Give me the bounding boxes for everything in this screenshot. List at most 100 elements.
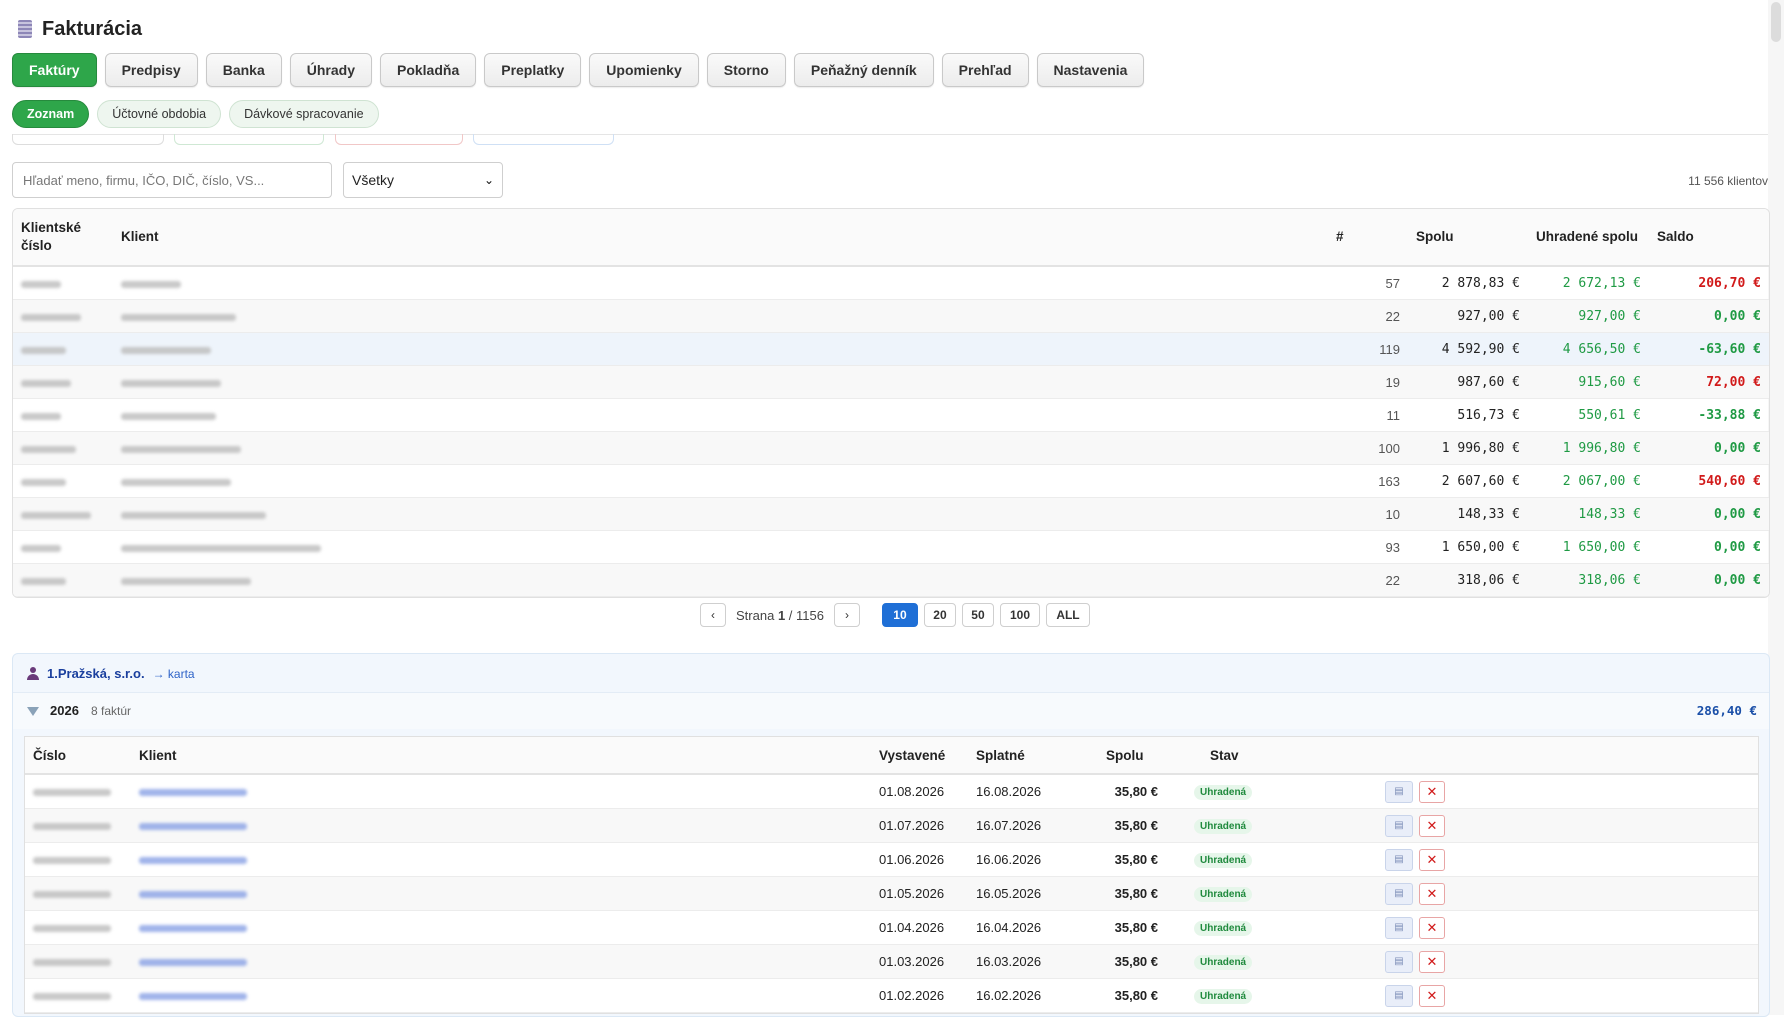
col-count[interactable]: # (1328, 209, 1408, 267)
client-name-cell[interactable] (113, 530, 1328, 564)
col-total[interactable]: Spolu (1408, 209, 1528, 267)
invoice-number-cell[interactable] (25, 944, 131, 979)
invoice-number-cell[interactable] (25, 978, 131, 1013)
table-row[interactable]: 119 4 592,90 €4 656,50 € -63,60 € (13, 332, 1769, 366)
print-icon[interactable]: ▤ (1385, 916, 1413, 939)
total-cell: 318,06 € (1408, 563, 1528, 597)
table-row[interactable]: 10 148,33 €148,33 €0,00 € (13, 497, 1769, 531)
col-status[interactable]: Stav (1166, 737, 1321, 775)
table-row[interactable]: 163 2 607,60 €2 067,00 €540,60 € (13, 464, 1769, 498)
close-icon[interactable]: ✕ (1419, 780, 1445, 803)
print-icon[interactable]: ▤ (1385, 950, 1413, 973)
client-name-cell[interactable] (113, 431, 1328, 465)
collapse-triangle-icon[interactable] (27, 707, 39, 716)
page-size-100[interactable]: 100 (999, 603, 1040, 627)
scrollbar-thumb[interactable] (1771, 2, 1781, 42)
client-name-cell[interactable] (113, 398, 1328, 432)
client-name-cell[interactable] (113, 497, 1328, 531)
client-name-cell[interactable] (113, 299, 1328, 333)
tab-uhrady[interactable]: Úhrady (289, 53, 372, 87)
next-page-button[interactable]: › (833, 603, 860, 627)
tab-prehlad[interactable]: Prehľad (941, 53, 1029, 87)
tab-storno[interactable]: Storno (706, 53, 786, 87)
status-filter-select[interactable]: Všetky ⌄ (343, 162, 503, 198)
print-icon[interactable]: ▤ (1385, 882, 1413, 905)
table-row[interactable]: 19 987,60 €915,60 €72,00 € (13, 365, 1769, 399)
invoice-client-cell[interactable] (131, 774, 871, 809)
tab-nastavenia[interactable]: Nastavenia (1036, 53, 1145, 87)
invoice-client-cell[interactable] (131, 978, 871, 1013)
client-card-link[interactable]: → karta (153, 667, 195, 681)
col-paid-total[interactable]: Uhradené spolu (1528, 209, 1649, 267)
col-due[interactable]: Splatné (968, 737, 1098, 775)
close-icon[interactable]: ✕ (1419, 882, 1445, 905)
tab-banka[interactable]: Banka (205, 53, 282, 87)
invoice-row[interactable]: 01.03.2026 16.03.2026 35,80 € Uhradená ▤ ✕ (25, 944, 1758, 979)
invoice-client-cell[interactable] (131, 910, 871, 945)
print-icon[interactable]: ▤ (1385, 780, 1413, 803)
client-name-cell[interactable] (113, 464, 1328, 498)
table-row[interactable]: 22 318,06 €318,06 €0,00 € (13, 563, 1769, 597)
col-balance[interactable]: Saldo (1649, 209, 1769, 267)
close-icon[interactable]: ✕ (1419, 916, 1445, 939)
close-icon[interactable]: ✕ (1419, 984, 1445, 1007)
page-size-10[interactable]: 10 (881, 603, 918, 627)
col-issued[interactable]: Vystavené (871, 737, 968, 775)
table-row[interactable]: 100 1 996,80 €1 996,80 €0,00 € (13, 431, 1769, 465)
client-name-cell[interactable] (113, 332, 1328, 366)
col-client[interactable]: Klient (113, 209, 1328, 267)
subtab-davkove-spracovanie[interactable]: Dávkové spracovanie (229, 100, 379, 128)
tab-penazny-dennik[interactable]: Peňažný denník (793, 53, 934, 87)
balance-cell: -63,60 € (1649, 332, 1769, 366)
search-input[interactable] (12, 162, 332, 198)
page-size-all[interactable]: ALL (1045, 603, 1090, 627)
table-row[interactable]: 93 1 650,00 €1 650,00 €0,00 € (13, 530, 1769, 564)
invoice-row[interactable]: 01.04.2026 16.04.2026 35,80 € Uhradená ▤ ✕ (25, 910, 1758, 945)
subtab-uctovne-obdobia[interactable]: Účtovné obdobia (97, 100, 222, 128)
invoice-number-cell[interactable] (25, 842, 131, 877)
col-client-number[interactable]: Klientské číslo (13, 209, 113, 267)
page-size-50[interactable]: 50 (961, 603, 994, 627)
invoice-client-cell[interactable] (131, 808, 871, 843)
invoice-row[interactable]: 01.08.2026 16.08.2026 35,80 € Uhradená ▤ ✕ (25, 774, 1758, 809)
tab-preplatky[interactable]: Preplatky (484, 53, 582, 87)
invoice-row[interactable]: 01.05.2026 16.05.2026 35,80 € Uhradená ▤ ✕ (25, 876, 1758, 911)
table-row[interactable]: 11 516,73 €550,61 € -33,88 € (13, 398, 1769, 432)
subtab-zoznam[interactable]: Zoznam (12, 100, 90, 128)
client-name-link[interactable]: 1.Pražská, s.r.o. (47, 666, 145, 681)
tab-predpisy[interactable]: Predpisy (104, 53, 198, 87)
close-icon[interactable]: ✕ (1419, 950, 1445, 973)
tab-upomienky[interactable]: Upomienky (589, 53, 699, 87)
invoice-number-cell[interactable] (25, 910, 131, 945)
balance-cell: 0,00 € (1649, 563, 1769, 597)
col-invoice-total[interactable]: Spolu (1098, 737, 1166, 775)
invoice-number-cell[interactable] (25, 774, 131, 809)
invoice-client-cell[interactable] (131, 944, 871, 979)
invoice-number-cell[interactable] (25, 808, 131, 843)
print-icon[interactable]: ▤ (1385, 814, 1413, 837)
col-invoice-client[interactable]: Klient (131, 737, 871, 775)
table-row[interactable]: 57 2 878,83 €2 672,13 €206,70 € (13, 266, 1769, 300)
client-name-cell[interactable] (113, 563, 1328, 597)
close-icon[interactable]: ✕ (1419, 814, 1445, 837)
invoice-row[interactable]: 01.07.2026 16.07.2026 35,80 € Uhradená ▤ ✕ (25, 808, 1758, 843)
year-group-row[interactable]: 2026 8 faktúr 286,40 € (13, 692, 1769, 729)
invoice-row[interactable]: 01.02.2026 16.02.2026 35,80 € Uhradená ▤ ✕ (25, 978, 1758, 1013)
invoice-count-cell: 10 (1328, 497, 1408, 531)
invoice-client-cell[interactable] (131, 876, 871, 911)
client-name-cell[interactable] (113, 266, 1328, 300)
scrollbar[interactable] (1768, 0, 1784, 1015)
table-row[interactable]: 22 927,00 €927,00 €0,00 € (13, 299, 1769, 333)
invoice-client-cell[interactable] (131, 842, 871, 877)
invoice-row[interactable]: 01.06.2026 16.06.2026 35,80 € Uhradená ▤ ✕ (25, 842, 1758, 877)
tab-faktury[interactable]: Faktúry (12, 53, 97, 87)
page-size-20[interactable]: 20 (923, 603, 956, 627)
print-icon[interactable]: ▤ (1385, 984, 1413, 1007)
print-icon[interactable]: ▤ (1385, 848, 1413, 871)
invoice-number-cell[interactable] (25, 876, 131, 911)
col-invoice-number[interactable]: Číslo (25, 737, 131, 775)
prev-page-button[interactable]: ‹ (700, 603, 726, 627)
client-name-cell[interactable] (113, 365, 1328, 399)
tab-pokladna[interactable]: Pokladňa (379, 53, 477, 87)
close-icon[interactable]: ✕ (1419, 848, 1445, 871)
